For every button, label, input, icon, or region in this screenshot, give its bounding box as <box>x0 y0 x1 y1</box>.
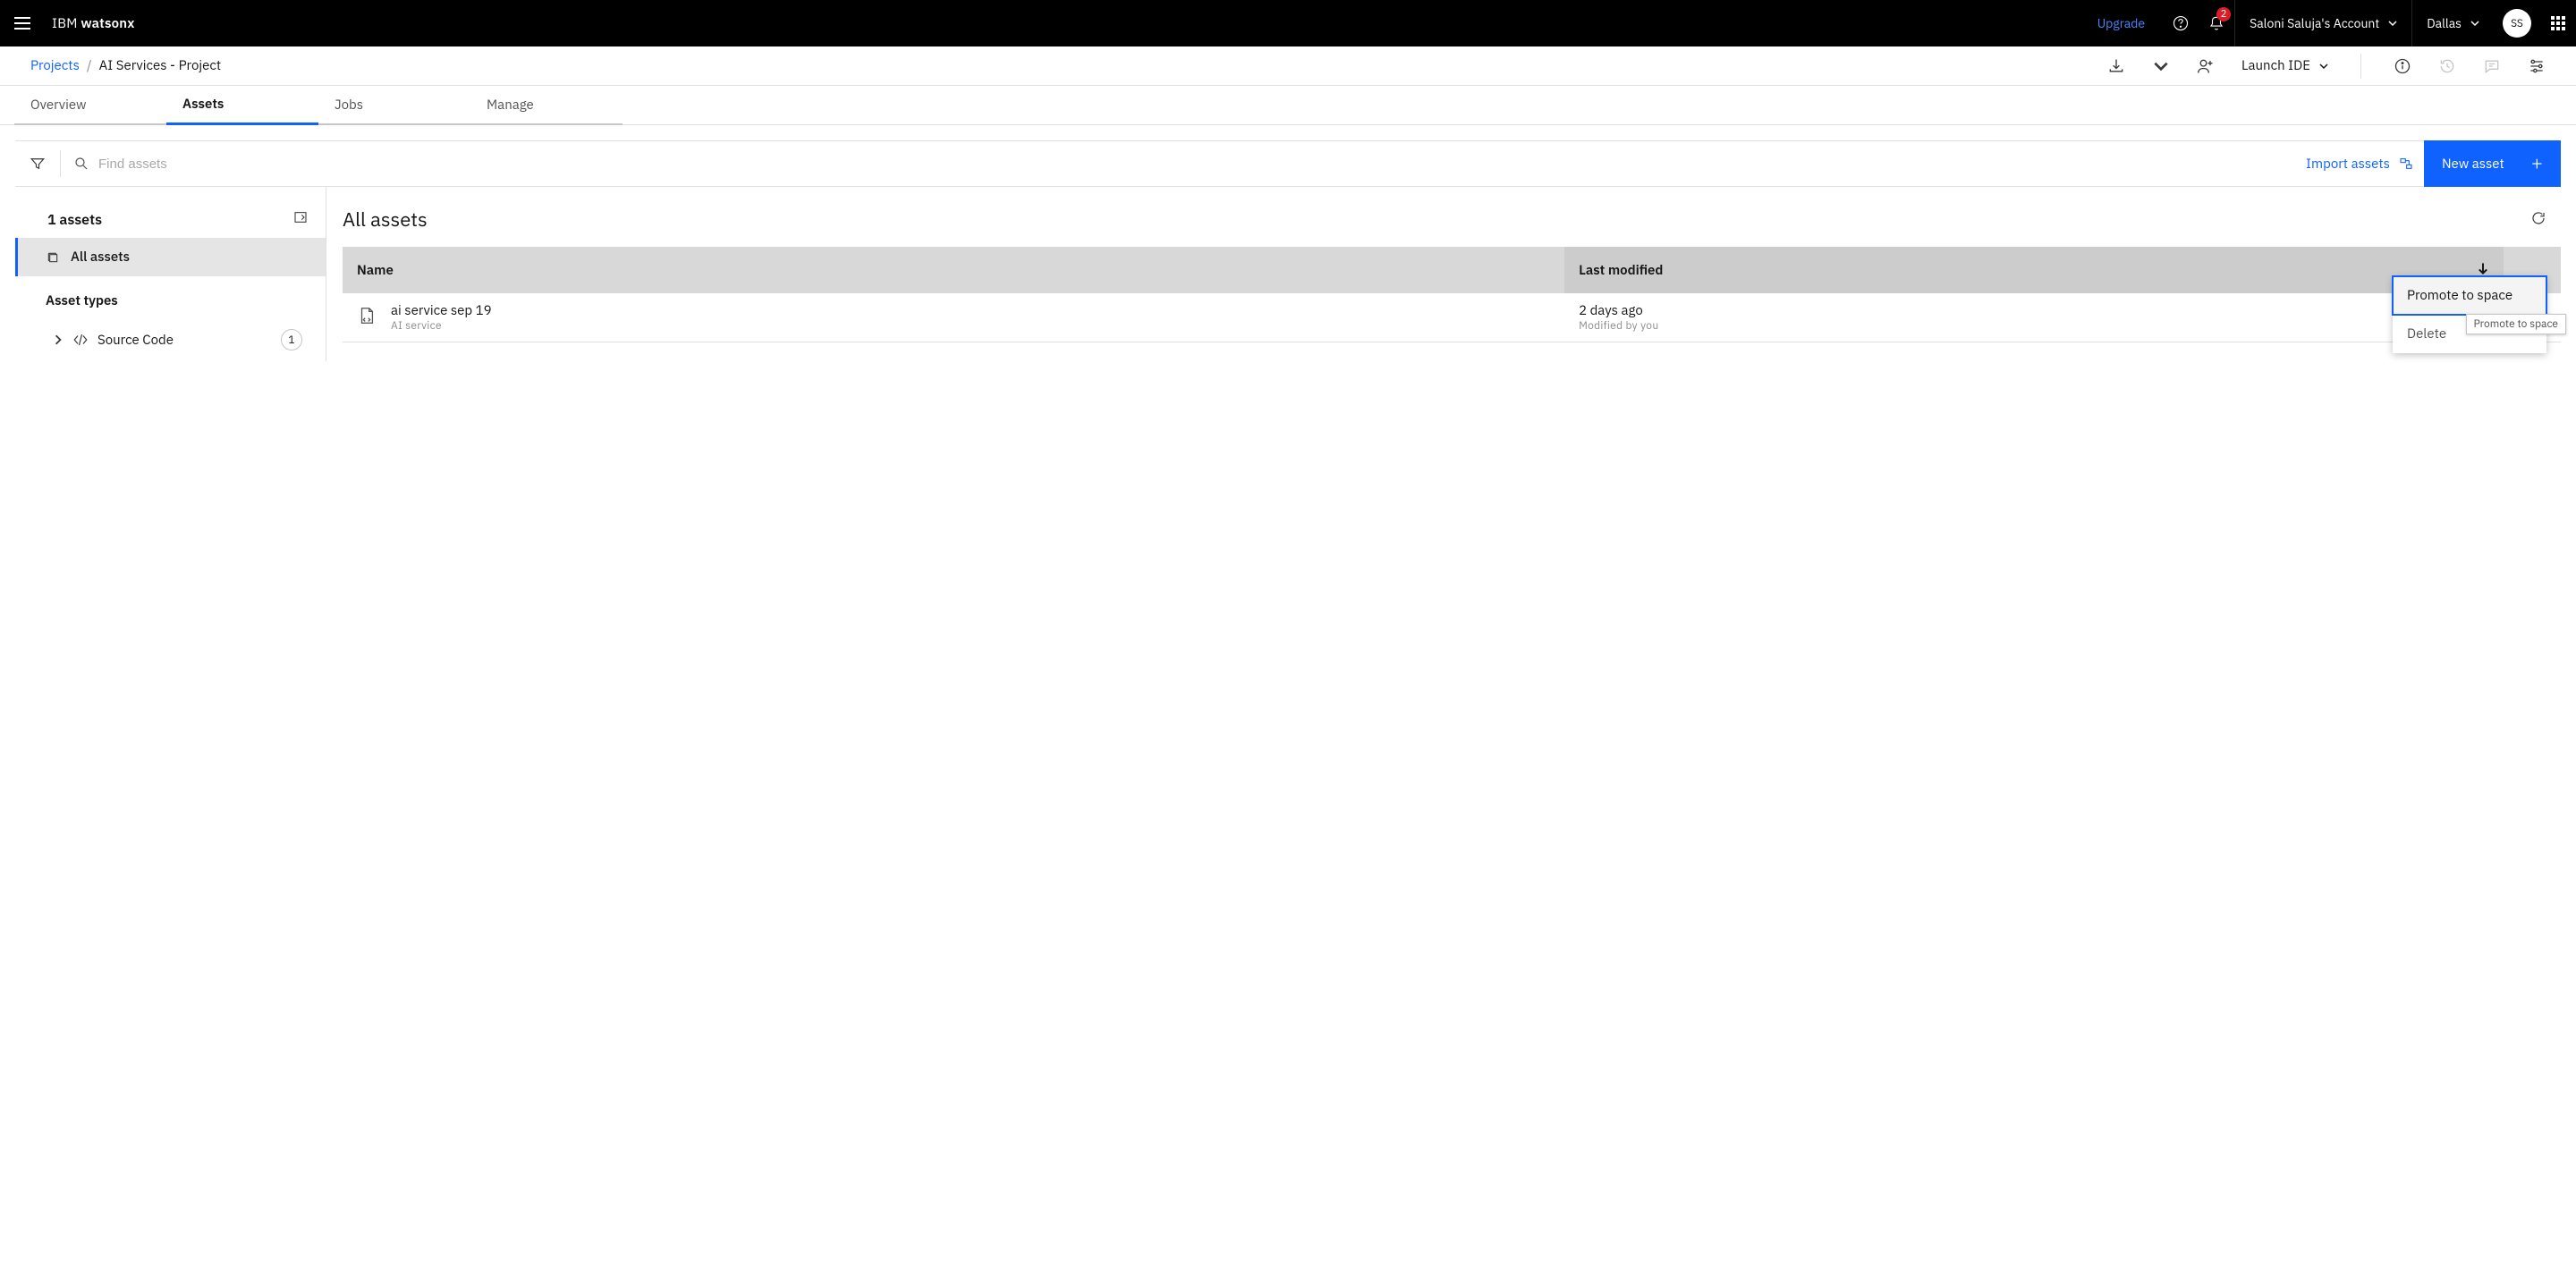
account-label: Saloni Saluja's Account <box>2250 15 2379 31</box>
search-input[interactable] <box>98 156 331 172</box>
avatar[interactable]: SS <box>2503 9 2531 38</box>
plus-icon: + <box>2531 154 2543 173</box>
chevron-right-icon <box>53 334 64 345</box>
asset-subtitle: AI service <box>391 319 492 333</box>
comment-icon[interactable] <box>2483 57 2501 75</box>
app-switcher-icon[interactable] <box>2540 0 2576 46</box>
account-switcher[interactable]: Saloni Saluja's Account <box>2234 0 2411 46</box>
table-title: All assets <box>343 207 428 232</box>
help-icon[interactable] <box>2163 0 2199 46</box>
code-icon <box>72 332 89 348</box>
col-name[interactable]: Name <box>343 247 1564 293</box>
region-label: Dallas <box>2427 15 2462 31</box>
content-panel: Import assets New asset + 1 assets All a… <box>14 139 2562 362</box>
asset-modified: 2 days ago <box>1579 302 2489 319</box>
table-area: All assets Name Last modified <box>326 187 2561 361</box>
collapse-sidebar-icon[interactable] <box>293 210 308 229</box>
upgrade-link[interactable]: Upgrade <box>2080 15 2163 31</box>
tab-assets[interactable]: Assets <box>166 86 318 125</box>
tree-item-count: 1 <box>281 329 302 351</box>
tab-manage[interactable]: Manage <box>470 86 623 125</box>
tooltip: Promote to space <box>2466 314 2566 334</box>
breadcrumb-separator: / <box>87 57 92 74</box>
history-icon[interactable] <box>2438 57 2456 75</box>
global-header: IBM watsonx Upgrade 2 Saloni Saluja's Ac… <box>0 0 2576 46</box>
notification-badge: 2 <box>2216 7 2231 21</box>
asset-name: ai service sep 19 <box>391 302 492 319</box>
info-icon[interactable] <box>2394 57 2411 75</box>
assets-table: Name Last modified <box>343 247 2561 342</box>
settings-icon[interactable] <box>2528 57 2546 75</box>
col-last-modified[interactable]: Last modified <box>1564 247 2504 293</box>
brand-logo[interactable]: IBM watsonx <box>52 15 135 32</box>
tab-jobs[interactable]: Jobs <box>318 86 470 125</box>
launch-ide-button[interactable]: Launch IDE <box>2241 57 2328 74</box>
region-switcher[interactable]: Dallas <box>2411 0 2494 46</box>
sidebar-asset-types-header: Asset types <box>15 276 326 318</box>
assets-toolbar: Import assets New asset + <box>15 140 2561 187</box>
import-assets-label: Import assets <box>2306 156 2390 173</box>
tree-item-source-code[interactable]: Source Code 1 <box>15 318 326 361</box>
launch-ide-label: Launch IDE <box>2241 57 2310 74</box>
new-asset-button[interactable]: New asset + <box>2424 140 2561 187</box>
asset-count-label: 1 assets <box>47 211 102 229</box>
breadcrumb-bar: Projects / AI Services - Project Launch … <box>0 46 2576 86</box>
chevron-down-icon[interactable] <box>2152 57 2170 75</box>
search-icon <box>73 156 89 172</box>
notification-icon[interactable]: 2 <box>2199 0 2234 46</box>
file-code-icon <box>357 306 377 329</box>
import-link-icon <box>2399 156 2413 171</box>
menu-icon[interactable] <box>14 15 30 31</box>
asset-modified-by: Modified by you <box>1579 319 2489 333</box>
table-row[interactable]: ai service sep 19 AI service 2 days ago … <box>343 293 2561 342</box>
add-collaborator-icon[interactable] <box>2197 57 2215 75</box>
import-icon[interactable] <box>2107 57 2125 75</box>
sidebar-all-assets-label: All assets <box>71 249 130 266</box>
stack-icon <box>46 250 60 265</box>
project-tabs: Overview Assets Jobs Manage <box>0 86 2576 125</box>
new-asset-label: New asset <box>2442 156 2504 173</box>
refresh-icon[interactable] <box>2530 210 2546 230</box>
breadcrumb-root[interactable]: Projects <box>30 57 80 74</box>
breadcrumb-current: AI Services - Project <box>99 57 222 74</box>
chevron-down-icon <box>2388 19 2397 28</box>
import-assets-link[interactable]: Import assets <box>2295 156 2424 173</box>
sidebar-item-all-assets[interactable]: All assets <box>15 238 326 276</box>
assets-sidebar: 1 assets All assets Asset types Source C… <box>15 187 326 361</box>
chevron-down-icon <box>2470 19 2479 28</box>
tab-overview[interactable]: Overview <box>14 86 166 125</box>
tree-item-label: Source Code <box>97 332 174 349</box>
filter-icon[interactable] <box>15 141 60 186</box>
menu-item-promote[interactable]: Promote to space <box>2393 276 2546 315</box>
chevron-down-icon <box>2319 62 2328 71</box>
